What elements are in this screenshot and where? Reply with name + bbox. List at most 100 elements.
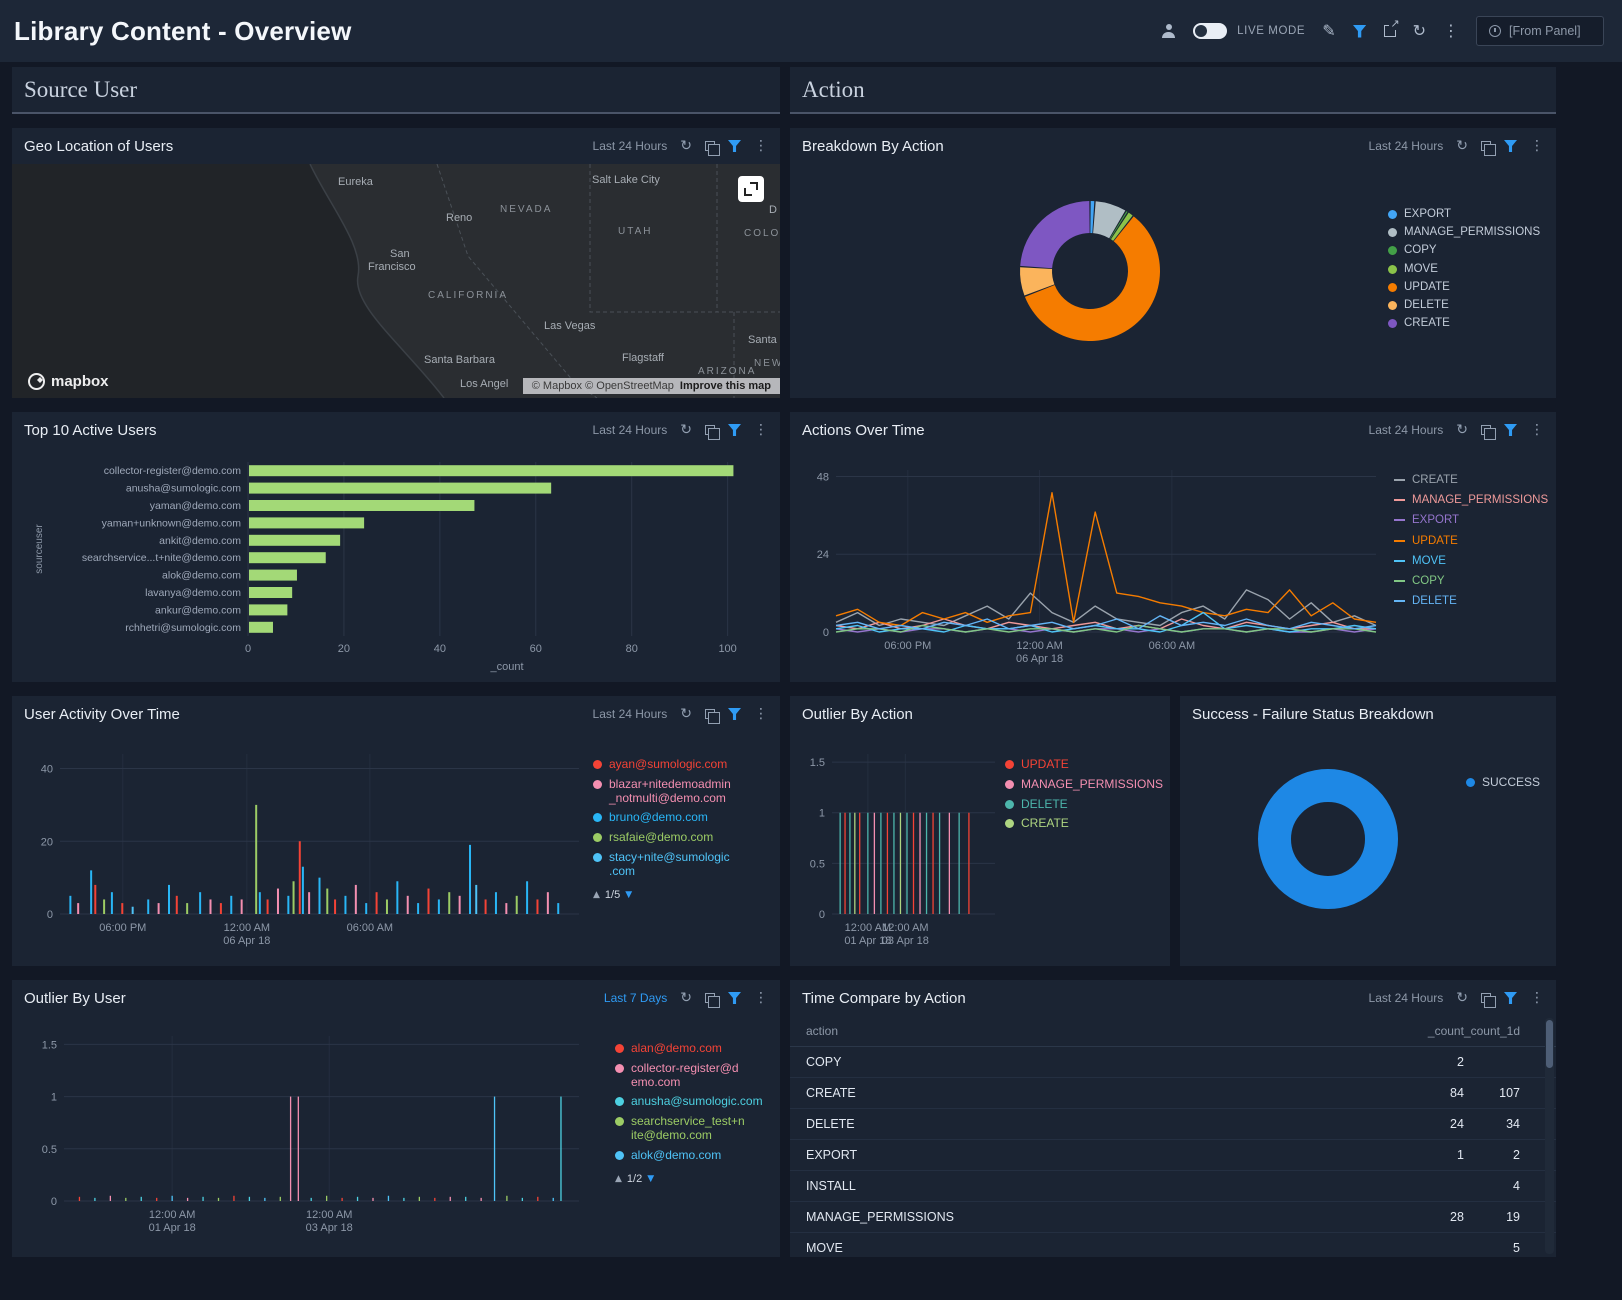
legend-item[interactable]: collector-register@demo.com — [615, 1062, 780, 1090]
legend-label: anusha@sumologic.com — [631, 1095, 763, 1109]
legend-marker — [1394, 560, 1405, 562]
legend-item[interactable]: MOVE — [1388, 263, 1556, 276]
column-header[interactable]: _count_1d — [1464, 1016, 1556, 1047]
legend-page-up[interactable]: ▲ — [615, 1174, 622, 1184]
kebab-menu-icon[interactable]: ⋮ — [1530, 423, 1544, 437]
kebab-menu-icon[interactable]: ⋮ — [754, 991, 768, 1005]
svg-text:03 Apr 18: 03 Apr 18 — [306, 1222, 353, 1234]
filter-icon[interactable] — [728, 992, 741, 1004]
legend-item[interactable]: UPDATE — [1005, 758, 1170, 772]
legend-item[interactable]: bruno@demo.com — [593, 811, 780, 825]
refresh-icon[interactable]: ↻ — [680, 423, 692, 437]
legend-page-up[interactable]: ▲ — [593, 890, 600, 900]
legend-marker — [1005, 760, 1014, 769]
time-range[interactable]: Last 24 Hours — [1369, 139, 1444, 153]
filter-icon[interactable] — [1504, 992, 1517, 1004]
filter-icon[interactable] — [1353, 25, 1367, 38]
table-scrollbar[interactable] — [1545, 1018, 1554, 1254]
legend-item[interactable]: UPDATE — [1388, 281, 1556, 294]
refresh-icon[interactable]: ↻ — [1413, 23, 1426, 39]
kebab-menu-icon[interactable]: ⋮ — [754, 423, 768, 437]
legend-item[interactable]: EXPORT — [1394, 514, 1556, 527]
legend-item[interactable]: CREATE — [1394, 474, 1556, 487]
panel-title: Success - Failure Status Breakdown — [1192, 706, 1434, 723]
mapbox-logo[interactable]: mapbox — [28, 373, 109, 390]
kebab-menu-icon[interactable]: ⋮ — [754, 139, 768, 153]
time-range[interactable]: Last 7 Days — [604, 991, 667, 1005]
copy-icon[interactable] — [705, 709, 715, 719]
legend-item[interactable]: MANAGE_PERMISSIONS — [1394, 494, 1556, 507]
map[interactable]: EurekaSalt Lake CityRenoNEVADAUTAHDCOLOR… — [12, 164, 780, 398]
filter-icon[interactable] — [728, 708, 741, 720]
share-icon[interactable] — [1384, 25, 1396, 37]
legend-item[interactable]: DELETE — [1005, 798, 1170, 812]
refresh-icon[interactable]: ↻ — [680, 991, 692, 1005]
legend-item[interactable]: searchservice_test+nite@demo.com — [615, 1115, 780, 1143]
kebab-menu-icon[interactable]: ⋮ — [754, 707, 768, 721]
time-range[interactable]: Last 24 Hours — [593, 423, 668, 437]
expand-icon[interactable] — [738, 176, 764, 202]
copy-icon[interactable] — [1481, 141, 1491, 151]
table-row: DELETE2434 — [790, 1109, 1556, 1140]
legend-item[interactable]: MANAGE_PERMISSIONS — [1005, 778, 1170, 792]
filter-icon[interactable] — [728, 140, 741, 152]
time-range[interactable]: Last 24 Hours — [1369, 991, 1444, 1005]
column-header[interactable]: action — [790, 1016, 1394, 1047]
refresh-icon[interactable]: ↻ — [1456, 423, 1468, 437]
user-icon[interactable] — [1161, 24, 1176, 38]
legend-marker — [1466, 778, 1475, 787]
legend-item[interactable]: DELETE — [1394, 595, 1556, 608]
legend-item[interactable]: alok@demo.com — [615, 1149, 780, 1163]
legend-item[interactable]: UPDATE — [1394, 535, 1556, 548]
legend-item[interactable]: blazar+nitedemoadmin_notmulti@demo.com — [593, 778, 780, 806]
map-attribution[interactable]: © Mapbox © OpenStreetMap Improve this ma… — [523, 378, 780, 394]
improve-map-link[interactable]: Improve this map — [680, 380, 771, 392]
refresh-icon[interactable]: ↻ — [1456, 991, 1468, 1005]
legend-item[interactable]: EXPORT — [1388, 208, 1556, 221]
legend-page-down[interactable]: ▼ — [647, 1174, 654, 1184]
legend-item[interactable]: MOVE — [1394, 555, 1556, 568]
legend-item[interactable]: alan@demo.com — [615, 1042, 780, 1056]
time-range[interactable]: Last 24 Hours — [593, 707, 668, 721]
edit-pencil-icon[interactable]: ✎ — [1322, 23, 1335, 39]
action-cell: INSTALL — [790, 1171, 1394, 1202]
legend-label: DELETE — [1021, 798, 1068, 812]
time-range[interactable]: Last 24 Hours — [593, 139, 668, 153]
legend-page-down[interactable]: ▼ — [625, 890, 632, 900]
filter-icon[interactable] — [728, 424, 741, 436]
copy-icon[interactable] — [705, 425, 715, 435]
time-range[interactable]: Last 24 Hours — [1369, 423, 1444, 437]
legend-item[interactable]: COPY — [1388, 244, 1556, 257]
legend-item[interactable]: stacy+nite@sumologic.com — [593, 851, 780, 879]
legend-item[interactable]: SUCCESS — [1466, 776, 1556, 790]
legend-item[interactable]: COPY — [1394, 575, 1556, 588]
refresh-icon[interactable]: ↻ — [680, 707, 692, 721]
legend-label: blazar+nitedemoadmin — [609, 778, 731, 792]
kebab-menu-icon[interactable]: ⋮ — [1530, 991, 1544, 1005]
svg-text:anusha@sumologic.com: anusha@sumologic.com — [126, 483, 241, 495]
filter-icon[interactable] — [1504, 140, 1517, 152]
map-label: COLOR — [744, 228, 780, 239]
legend-item[interactable]: rsafaie@demo.com — [593, 831, 780, 845]
live-mode-toggle[interactable] — [1193, 23, 1227, 39]
kebab-menu-icon[interactable]: ⋮ — [1443, 23, 1459, 39]
copy-icon[interactable] — [705, 141, 715, 151]
legend-item[interactable]: CREATE — [1005, 817, 1170, 831]
legend-item[interactable]: ayan@sumologic.com — [593, 758, 780, 772]
refresh-icon[interactable]: ↻ — [1456, 139, 1468, 153]
legend-item[interactable]: anusha@sumologic.com — [615, 1095, 780, 1109]
time-compare-table: action_count_count_1dCOPY2CREATE84107DEL… — [790, 1016, 1556, 1257]
from-panel-selector[interactable]: [From Panel] — [1476, 16, 1604, 46]
kebab-menu-icon[interactable]: ⋮ — [1530, 139, 1544, 153]
copy-icon[interactable] — [1481, 425, 1491, 435]
chart-legend: UPDATE MANAGE_PERMISSIONS DELETE CREATE — [1005, 732, 1170, 966]
filter-icon[interactable] — [1504, 424, 1517, 436]
legend-item[interactable]: DELETE — [1388, 299, 1556, 312]
legend-item[interactable]: CREATE — [1388, 317, 1556, 330]
legend-item[interactable]: MANAGE_PERMISSIONS — [1388, 226, 1556, 239]
copy-icon[interactable] — [705, 993, 715, 1003]
copy-icon[interactable] — [1481, 993, 1491, 1003]
refresh-icon[interactable]: ↻ — [680, 139, 692, 153]
column-header[interactable]: _count — [1394, 1016, 1464, 1047]
legend-marker — [593, 760, 602, 769]
